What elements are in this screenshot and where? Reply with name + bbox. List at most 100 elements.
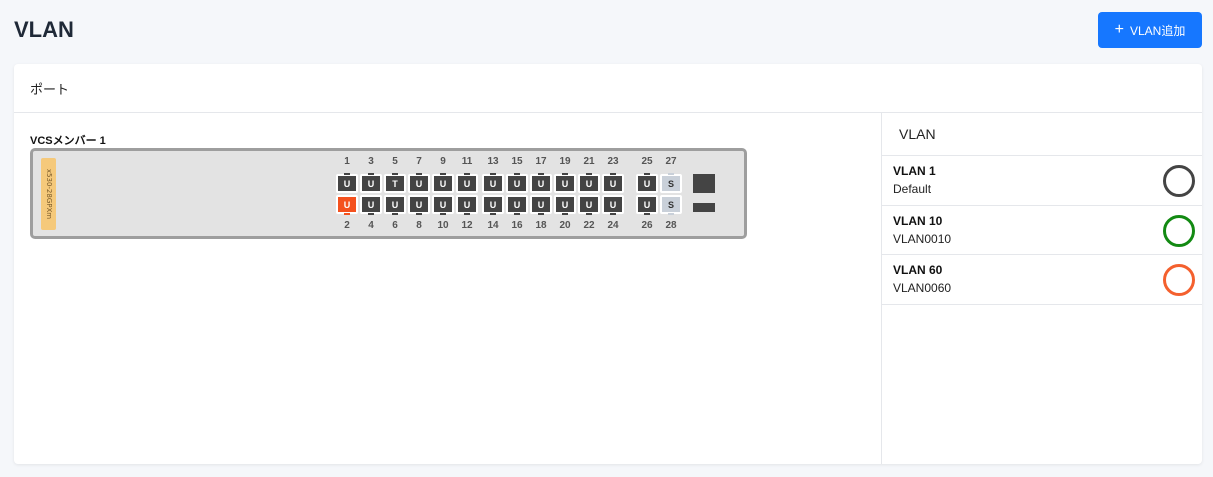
port-number: 20 [559, 220, 571, 231]
port-13[interactable]: U [482, 173, 504, 193]
port-8[interactable]: U [408, 195, 430, 215]
add-vlan-button[interactable]: + VLAN追加 [1098, 12, 1202, 48]
port-10[interactable]: U [432, 195, 454, 215]
vlan-color-ring-icon[interactable] [1163, 214, 1195, 247]
port-mode: U [638, 197, 656, 215]
port-number: 5 [392, 156, 398, 167]
switch-pane: VCSメンバー 1 x530-28GPXm U 1 U 3 T 5 U 7 U 9 U 11 U 13 U 1… [14, 113, 881, 464]
vlan-item[interactable]: VLAN 60 VLAN0060 [882, 255, 1202, 305]
port-7[interactable]: U [408, 173, 430, 193]
port-9[interactable]: U [432, 173, 454, 193]
port-number: 3 [368, 156, 374, 167]
port-15[interactable]: U [506, 173, 528, 193]
port-number: 13 [487, 156, 499, 167]
port-27[interactable]: S [660, 173, 682, 193]
port-6[interactable]: U [384, 195, 406, 215]
port-number: 7 [416, 156, 422, 167]
port-mode: U [508, 197, 526, 215]
mgmt-port-usb[interactable] [693, 203, 715, 212]
port-mode: U [410, 197, 428, 215]
port-number: 22 [583, 220, 595, 231]
port-number: 26 [641, 220, 653, 231]
port-mode: U [338, 173, 356, 191]
port-number: 18 [535, 220, 547, 231]
port-mode: U [458, 197, 476, 215]
port-mode: S [662, 173, 680, 191]
vlan-color-ring-icon[interactable] [1163, 165, 1195, 197]
port-mode: U [434, 197, 452, 215]
port-number: 6 [392, 220, 398, 231]
port-19[interactable]: U [554, 173, 576, 193]
port-number: 12 [461, 220, 473, 231]
vlan-description: Default [893, 182, 932, 196]
port-12[interactable]: U [456, 195, 478, 215]
port-22[interactable]: U [578, 195, 600, 215]
port-number: 14 [487, 220, 499, 231]
port-mode: U [532, 197, 550, 215]
port-number: 28 [665, 220, 677, 231]
vlan-description: VLAN0060 [893, 281, 952, 295]
port-11[interactable]: U [456, 173, 478, 193]
ports-card: ポート VCSメンバー 1 x530-28GPXm U 1 U 3 T 5 U 7 U 9 U 11 U… [14, 64, 1202, 464]
vlan-panel-title: VLAN [882, 113, 1202, 156]
port-number: 4 [368, 220, 374, 231]
vlan-item[interactable]: VLAN 1 Default [882, 156, 1202, 206]
port-26[interactable]: U [636, 195, 658, 215]
card-title: ポート [30, 81, 70, 97]
port-4[interactable]: U [360, 195, 382, 215]
port-mode: U [484, 173, 502, 191]
plus-icon: + [1114, 21, 1124, 38]
port-17[interactable]: U [530, 173, 552, 193]
vlan-description: VLAN0010 [893, 231, 952, 246]
port-number: 25 [641, 156, 653, 167]
port-mode: U [580, 197, 598, 215]
port-28[interactable]: S [660, 195, 682, 215]
port-16[interactable]: U [506, 195, 528, 215]
port-mode: U [484, 197, 502, 215]
card-header: ポート [14, 64, 1202, 113]
port-number: 8 [416, 220, 422, 231]
port-mode: U [604, 173, 622, 191]
port-mode: U [434, 173, 452, 191]
port-mode: U [362, 173, 380, 191]
switch-faceplate: x530-28GPXm U 1 U 3 T 5 U 7 U 9 U 11 U 13 U 15 U 17 U 19 U 21… [30, 148, 747, 239]
port-24[interactable]: U [602, 195, 624, 215]
port-20[interactable]: U [554, 195, 576, 215]
port-number: 16 [511, 220, 523, 231]
port-number: 19 [559, 156, 571, 167]
port-number: 23 [607, 156, 619, 167]
vlan-list: VLAN 1 Default VLAN 10 VLAN0010 VLAN 60 VLAN0… [882, 156, 1202, 305]
port-mode: U [638, 173, 656, 191]
port-number: 11 [461, 156, 473, 167]
port-mode: U [362, 197, 380, 215]
port-25[interactable]: U [636, 173, 658, 193]
port-number: 1 [344, 156, 350, 167]
port-mode: T [386, 173, 404, 191]
vlan-panel: VLAN VLAN 1 Default VLAN 10 VLAN0010 VLAN 60… [881, 113, 1202, 464]
vlan-name: VLAN 60 [893, 263, 943, 277]
port-mode: U [556, 197, 574, 215]
port-mode: S [662, 197, 680, 215]
port-3[interactable]: U [360, 173, 382, 193]
port-mode: U [338, 197, 356, 215]
port-number: 9 [440, 156, 446, 167]
port-5[interactable]: T [384, 173, 406, 193]
page-title: VLAN [14, 17, 74, 42]
port-18[interactable]: U [530, 195, 552, 215]
port-21[interactable]: U [578, 173, 600, 193]
model-name: x530-28GPXm [44, 168, 53, 220]
mgmt-port-rj45[interactable] [693, 174, 715, 193]
vcs-member-label: VCSメンバー 1 [30, 135, 106, 147]
vlan-color-ring-icon[interactable] [1163, 264, 1195, 296]
port-2[interactable]: U [336, 195, 358, 215]
port-14[interactable]: U [482, 195, 504, 215]
port-23[interactable]: U [602, 173, 624, 193]
port-number: 24 [607, 220, 619, 231]
port-mode: U [386, 197, 404, 215]
port-1[interactable]: U [336, 173, 358, 193]
vlan-item[interactable]: VLAN 10 VLAN0010 [882, 206, 1202, 255]
add-vlan-label: VLAN追加 [1129, 23, 1186, 38]
port-number: 17 [535, 156, 547, 167]
port-mode: U [532, 173, 550, 191]
port-number: 15 [511, 156, 523, 167]
